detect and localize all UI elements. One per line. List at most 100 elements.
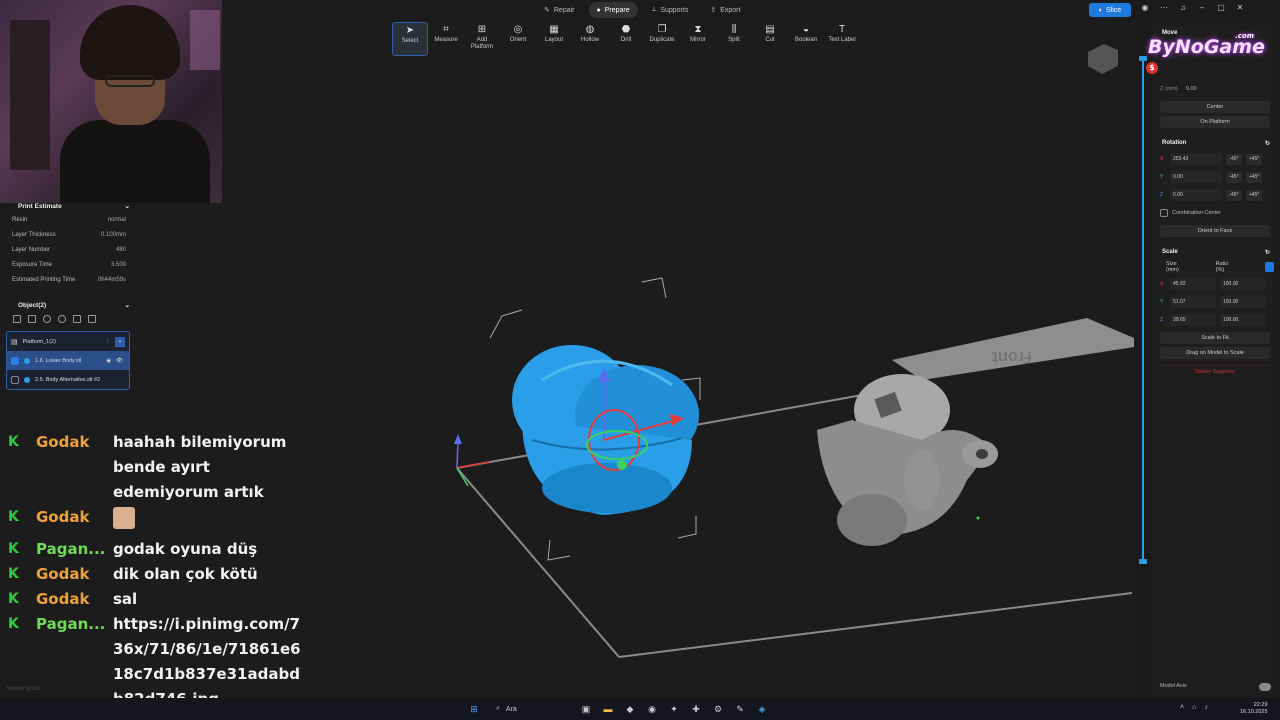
app-icon[interactable]: ◆ [624, 703, 636, 715]
kick-icon: K [8, 509, 19, 525]
layer-slider[interactable] [1142, 58, 1144, 563]
kick-icon: K [8, 616, 19, 632]
close-icon[interactable]: ✕ [1235, 3, 1245, 13]
app-icon[interactable]: ✎ [734, 703, 746, 715]
add-icon[interactable]: + [115, 336, 125, 347]
estimate-row: Layer Number 480 [12, 246, 126, 253]
on-platform-button[interactable]: On Platform [1160, 116, 1270, 128]
bynogame-logo: ByNoGame .com $ [1146, 32, 1265, 74]
bell-icon[interactable]: ♫ [1178, 3, 1188, 13]
window-controls: ◉ ⋯ ♫ – ▢ ✕ [1140, 3, 1245, 13]
rotation-header: Rotation ↻ [1162, 140, 1270, 147]
combination-center-row[interactable]: Combination Center [1152, 204, 1274, 222]
scale-z-row: Z 39.65 100.00 [1152, 311, 1274, 329]
3d-viewport[interactable]: Front [222, 20, 1138, 700]
scale-to-fit-button[interactable]: Scale to Fit [1160, 332, 1270, 344]
minimize-icon[interactable]: – [1197, 3, 1207, 13]
slice-icon: ◐ [1098, 6, 1104, 14]
more-icon[interactable]: ⋮ [105, 339, 111, 345]
app-icon[interactable]: ✚ [690, 703, 702, 715]
chat-message: K Godak [4, 505, 304, 537]
left-panel: Print Estimate ⌄ Resin normal Layer Thickn… [6, 200, 130, 400]
tab-supports[interactable]: ⟂ Supports [644, 2, 697, 18]
rotation-y-row: Y 0.00 -45° +45° [1152, 168, 1274, 186]
drag-to-scale-button[interactable]: Drag on Model to Scale [1160, 347, 1270, 359]
lock-icon[interactable] [1265, 262, 1274, 272]
viewport-scene: Front [454, 44, 1134, 658]
chevron-down-icon: ⌄ [124, 302, 130, 309]
combination-checkbox[interactable] [1160, 209, 1168, 217]
windows-start-icon[interactable]: ⊞ [468, 703, 480, 715]
object-checkbox[interactable] [11, 356, 19, 365]
tab-export[interactable]: ⇪ Export [702, 2, 748, 18]
object-list: ▤ Platform_1(2) ⋮ + 1.6. Lower Body.stl … [6, 331, 130, 390]
estimate-row: Resin normal [12, 216, 126, 223]
emote-icon [113, 507, 135, 529]
center-button[interactable]: Center [1160, 101, 1270, 113]
platform-row[interactable]: ▤ Platform_1(2) ⋮ + [7, 332, 129, 351]
slicer-app-icon[interactable]: ◈ [756, 703, 768, 715]
app-icon[interactable]: ⚙ [712, 703, 724, 715]
front-label: Front [992, 348, 1032, 367]
maximize-icon[interactable]: ▢ [1216, 3, 1226, 13]
right-panel: Move Z (mm) 0.00 Center On Platform Rotat… [1152, 26, 1274, 696]
link-icon[interactable] [43, 315, 51, 323]
version-label: Version: v1.0.0 [7, 686, 41, 692]
folder-icon[interactable]: ▬ [602, 703, 614, 715]
model-icon [24, 376, 30, 383]
list-item[interactable]: 1.6. Lower Body.stl ◉ 👁 [7, 351, 129, 370]
arrange-icon[interactable] [88, 315, 96, 323]
account-icon[interactable]: ◉ [1140, 3, 1150, 13]
chevron-down-icon: ⌄ [124, 203, 130, 210]
app-icon[interactable]: ✦ [668, 703, 680, 715]
origin-axis-y [456, 467, 469, 487]
eye-icon[interactable]: 👁 [116, 358, 123, 364]
trash-icon[interactable] [73, 315, 81, 323]
objects-header[interactable]: Object(2) ⌄ [6, 299, 130, 311]
scale-y-row: Y 51.07 100.00 [1152, 293, 1274, 311]
taskbar-icons: ⊞ ⌕ Ara ▣ ▬ ◆ ◉ ✦ ✚ ⚙ ✎ ◈ [468, 702, 768, 716]
orient-to-face-button[interactable]: Orient to Face [1160, 225, 1270, 237]
wrench-icon: ✎ [544, 7, 550, 14]
slider-bottom-handle[interactable] [1139, 559, 1147, 564]
lower-body-model [512, 345, 699, 515]
reset-icon[interactable]: ↻ [1265, 140, 1270, 147]
widgets-icon[interactable]: ▣ [580, 703, 592, 715]
coin-icon: $ [1146, 62, 1158, 74]
list-item[interactable]: 2.5. Body Alternative.stl #2 [7, 370, 129, 389]
slider-top-handle[interactable] [1139, 56, 1147, 61]
chat-overlay: K Godak haahah bilemiyorum bende ayırt ede… [4, 430, 304, 712]
kick-icon: K [8, 591, 19, 607]
clock[interactable]: 22:29 16.10.2025 [1240, 702, 1268, 716]
network-icon[interactable]: ⌂ [1192, 704, 1196, 711]
group-icon[interactable] [28, 315, 36, 323]
view-cube[interactable] [1088, 44, 1118, 74]
print-estimate-header[interactable]: Print Estimate ⌄ [6, 200, 130, 212]
scale-header: Scale ↻ [1162, 249, 1270, 256]
kick-icon: K [8, 434, 19, 450]
app-icon[interactable]: ◉ [646, 703, 658, 715]
chevron-up-icon[interactable]: ˄ [1180, 704, 1184, 711]
target-icon[interactable]: ◉ [106, 358, 111, 364]
tab-prepare[interactable]: ● Prepare [588, 2, 638, 18]
tab-repair[interactable]: ✎ Repair [536, 2, 583, 18]
model-icon [24, 357, 30, 364]
select-all-icon[interactable] [13, 315, 21, 323]
estimate-row: Estimated Printing Time 0h44m59s [12, 276, 126, 283]
volume-icon[interactable]: ♪ [1204, 704, 1208, 711]
model-axis-toggle[interactable] [1259, 683, 1271, 691]
reset-icon[interactable]: ↻ [1265, 249, 1270, 256]
chat-message: K Godak haahah bilemiyorum bende ayırt ede… [4, 430, 304, 505]
platform-edge-front [618, 592, 1133, 658]
bbox-corner [641, 277, 667, 299]
slice-button[interactable]: ◐ Slice [1089, 3, 1131, 17]
delete-supports-button[interactable]: Delete Supports [1160, 365, 1270, 377]
platform-icon: ▤ [11, 338, 18, 346]
chat-message: K Godak dik olan çok kötü [4, 562, 304, 587]
menu-icon[interactable]: ⋯ [1159, 3, 1169, 13]
refresh-icon[interactable] [58, 315, 66, 323]
object-checkbox[interactable] [11, 375, 19, 384]
kick-icon: K [8, 541, 19, 557]
chat-message: K Pagan... godak oyuna düş [4, 537, 304, 562]
taskbar-search[interactable]: ⌕ Ara [490, 702, 570, 716]
